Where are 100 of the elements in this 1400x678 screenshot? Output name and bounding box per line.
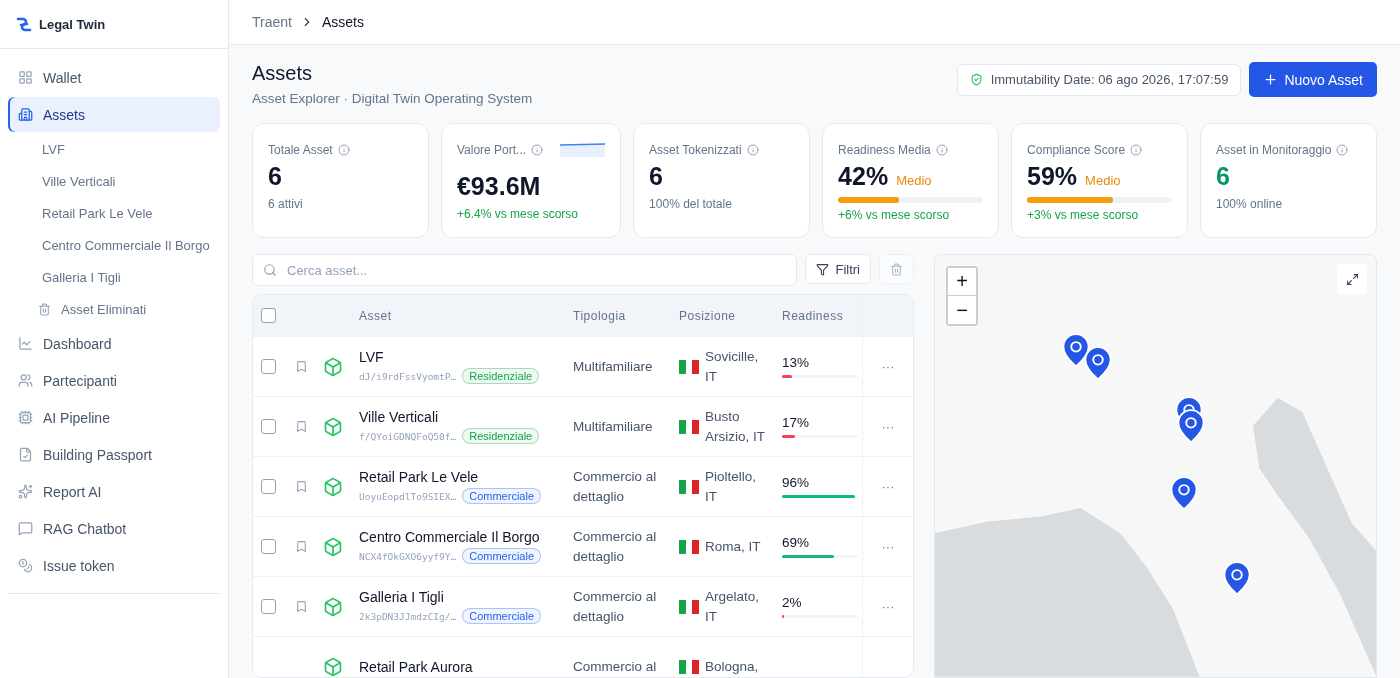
sidebar-subitem[interactable]: Asset Eliminati (8, 294, 220, 324)
asset-name[interactable]: Retail Park Aurora (359, 658, 573, 675)
cube-icon (323, 356, 343, 377)
readiness-value: 69% (782, 535, 811, 550)
kpi-note: +6% vs mese scorso (838, 208, 951, 222)
category-tag: Residenziale (462, 368, 540, 384)
kpi-label: Readiness Media (838, 143, 931, 157)
type-cell-text: Commercio al (573, 657, 658, 676)
more-button[interactable]: ··· (875, 358, 901, 375)
kpi-label: Asset in Monitoraggio (1216, 143, 1332, 157)
location-cell-text: Argelato, IT (705, 587, 761, 626)
cube-icon (323, 656, 343, 677)
nav-icon (18, 107, 33, 122)
nav-icon (18, 447, 33, 462)
type-cell-text: Commercio al dettaglio (573, 467, 658, 506)
bookmark-icon[interactable] (295, 600, 308, 613)
asset-name[interactable]: LVF (359, 349, 573, 365)
delete-button[interactable] (879, 254, 914, 284)
category-tag: Commerciale (462, 548, 542, 564)
breadcrumb-link[interactable]: Traent (252, 14, 292, 30)
shield-icon (969, 73, 983, 86)
location-cell-text: Roma, IT (705, 537, 762, 556)
type-cell-text: Multifamiliare (573, 357, 654, 376)
asset-name[interactable]: Ville Verticali (359, 409, 573, 425)
sidebar-item[interactable]: Report AI (8, 474, 220, 509)
sidebar-item[interactable]: Wallet (8, 60, 220, 95)
type-cell-text: Commercio al dettaglio (573, 527, 658, 566)
bookmark-icon[interactable] (295, 360, 308, 373)
row-checkbox[interactable] (261, 479, 276, 494)
readiness-value: 13% (782, 355, 811, 370)
nav-icon (18, 373, 33, 388)
sidebar-subitem[interactable]: Retail Park Le Vele (8, 198, 220, 228)
row-checkbox[interactable] (261, 599, 276, 614)
page-subtitle: Asset Explorer · Digital Twin Operating System (252, 91, 533, 106)
type-cell-text: Multifamiliare (573, 417, 654, 436)
sidebar-subitem[interactable]: Centro Commerciale Il Borgo (8, 230, 220, 260)
readiness-value: 96% (782, 475, 811, 490)
flag-icon (679, 359, 699, 374)
plus-icon (1263, 72, 1279, 87)
more-button[interactable]: ··· (875, 418, 901, 435)
sidebar-subitem[interactable]: Ville Verticali (8, 166, 220, 196)
asset-name[interactable]: Centro Commerciale Il Borgo (359, 529, 573, 545)
nav-icon (18, 70, 33, 85)
sidebar-item[interactable]: AI Pipeline (8, 400, 220, 435)
map[interactable]: + − (934, 254, 1377, 678)
select-all-checkbox[interactable] (261, 308, 276, 323)
sidebar-item[interactable]: Building Passport (8, 437, 220, 472)
row-checkbox[interactable] (261, 359, 276, 374)
nav-icon (18, 410, 33, 425)
kpi-value: 42% (838, 162, 889, 191)
asset-hash: f/QYoiGDNQFoQ50f… (359, 430, 457, 442)
flag-icon (679, 479, 699, 494)
expand-icon (1345, 272, 1359, 286)
bookmark-icon[interactable] (295, 540, 308, 553)
info-icon (531, 144, 544, 156)
column-header: Readiness (782, 308, 845, 323)
kpi-note: 100% del totale (649, 197, 733, 211)
asset-hash: NCX4fOkGXO6yyf9Y… (359, 550, 457, 562)
readiness-value: 17% (782, 415, 811, 430)
sidebar-item[interactable]: Partecipanti (8, 363, 220, 398)
more-button[interactable]: ··· (875, 478, 901, 495)
more-button[interactable]: ··· (875, 598, 901, 615)
kpi-label: Asset Tokenizzati (649, 143, 742, 157)
row-checkbox[interactable] (261, 419, 276, 434)
type-cell-text: Commercio al dettaglio (573, 587, 658, 626)
kpi-value: 59% (1027, 162, 1078, 191)
sidebar-item[interactable]: Issue token (8, 548, 220, 583)
zoom-in-button[interactable]: + (948, 268, 976, 296)
more-button[interactable]: ··· (875, 538, 901, 555)
sidebar-subitem[interactable]: Galleria I Tigli (8, 262, 220, 292)
sidebar-item[interactable]: RAG Chatbot (8, 511, 220, 546)
trash-icon (890, 262, 903, 276)
filter-button[interactable]: Filtri (805, 254, 871, 284)
sidebar-item[interactable]: Dashboard (8, 326, 220, 361)
readiness-value: 2% (782, 595, 803, 610)
info-icon (337, 144, 350, 156)
column-header: Tipologia (573, 308, 627, 323)
search-box[interactable]: Cerca asset... (252, 254, 798, 286)
column-header: Posizione (679, 308, 737, 323)
new-asset-button[interactable]: Nuovo Asset (1249, 62, 1377, 97)
sidebar-subitem[interactable]: LVF (8, 134, 220, 164)
kpi-note: +6.4% vs mese scorso (456, 207, 580, 221)
row-checkbox[interactable] (261, 539, 276, 554)
logo-icon (15, 16, 33, 32)
immutability-text: Immutability Date: 06 ago 2026, 17:07:59 (990, 72, 1229, 87)
fullscreen-button[interactable] (1337, 264, 1367, 294)
flag-icon (679, 599, 699, 614)
nav-icon (18, 336, 33, 351)
search-field[interactable]: Cerca asset... (285, 261, 787, 279)
brand-name: Legal Twin (39, 16, 106, 32)
bookmark-icon[interactable] (295, 480, 308, 493)
asset-name[interactable]: Retail Park Le Vele (359, 469, 573, 485)
sparkline-drawing (560, 143, 606, 157)
kpi-note: +3% vs mese scorso (1027, 208, 1140, 222)
breadcrumb-link[interactable]: Assets (321, 14, 364, 30)
sidebar-item[interactable]: Assets (8, 97, 220, 132)
bookmark-icon[interactable] (295, 420, 308, 433)
asset-name[interactable]: Galleria I Tigli (359, 589, 573, 605)
cube-icon (323, 476, 343, 497)
location-cell-text: Pioltello, IT (705, 467, 758, 506)
